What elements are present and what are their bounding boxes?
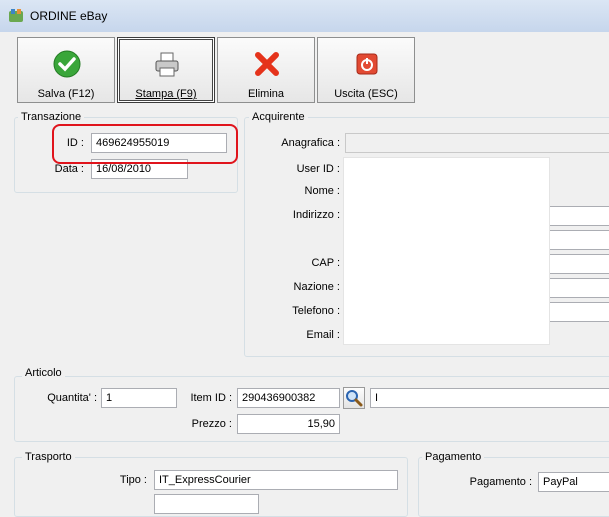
item-description-field[interactable]: I: [370, 388, 609, 408]
pagamento-field[interactable]: PayPal: [538, 472, 609, 492]
power-icon: [356, 53, 378, 75]
magnifier-icon: [346, 390, 363, 407]
title-bar: ORDINE eBay: [0, 0, 609, 33]
trasporto-second-field[interactable]: [154, 494, 259, 514]
transazione-title: Transazione: [18, 111, 85, 123]
buyer-details-panel[interactable]: [343, 157, 550, 345]
itemid-label: Item ID :: [190, 392, 232, 404]
data-label: Data :: [54, 163, 84, 175]
exit-button[interactable]: Uscita (ESC): [317, 37, 415, 103]
print-button[interactable]: Stampa (F9): [117, 37, 215, 103]
anagrafica-field[interactable]: [345, 133, 609, 153]
tipo-field[interactable]: IT_ExpressCourier: [154, 470, 398, 490]
email-label: Email :: [306, 329, 340, 341]
window-title: ORDINE eBay: [30, 9, 108, 23]
articolo-title: Articolo: [22, 367, 65, 379]
exit-label: Uscita (ESC): [334, 88, 398, 100]
prezzo-field[interactable]: 15,90: [237, 414, 340, 434]
indirizzo-label: Indirizzo :: [292, 209, 340, 221]
telefono-label: Telefono :: [292, 305, 340, 317]
acquirente-title: Acquirente: [249, 111, 308, 123]
nazione-label: Nazione :: [293, 281, 340, 293]
nome-label: Nome :: [304, 185, 340, 197]
save-button[interactable]: Salva (F12): [17, 37, 115, 103]
ebay-app-icon: [9, 9, 23, 22]
quantita-label: Quantita' :: [47, 392, 97, 404]
highlight-outline: [52, 124, 238, 164]
printer-icon: [155, 52, 179, 77]
print-label: Stampa (F9): [135, 88, 197, 100]
anagrafica-label: Anagrafica :: [281, 137, 340, 149]
save-label: Salva (F12): [37, 88, 95, 100]
prezzo-label: Prezzo :: [191, 418, 232, 430]
userid-label: User ID :: [296, 163, 340, 175]
quantita-field[interactable]: 1: [101, 388, 177, 408]
tipo-label: Tipo :: [119, 474, 147, 486]
trasporto-title: Trasporto: [22, 451, 75, 463]
checkmark-icon: [53, 50, 81, 78]
pagamento-label: Pagamento :: [469, 476, 532, 488]
item-search-button[interactable]: [343, 387, 365, 409]
cap-label: CAP :: [311, 257, 340, 269]
delete-button[interactable]: Elimina: [217, 37, 315, 103]
pagamento-title: Pagamento: [422, 451, 485, 463]
delete-label: Elimina: [247, 88, 285, 100]
itemid-field[interactable]: 290436900382: [237, 388, 340, 408]
delete-x-icon: [255, 52, 279, 76]
